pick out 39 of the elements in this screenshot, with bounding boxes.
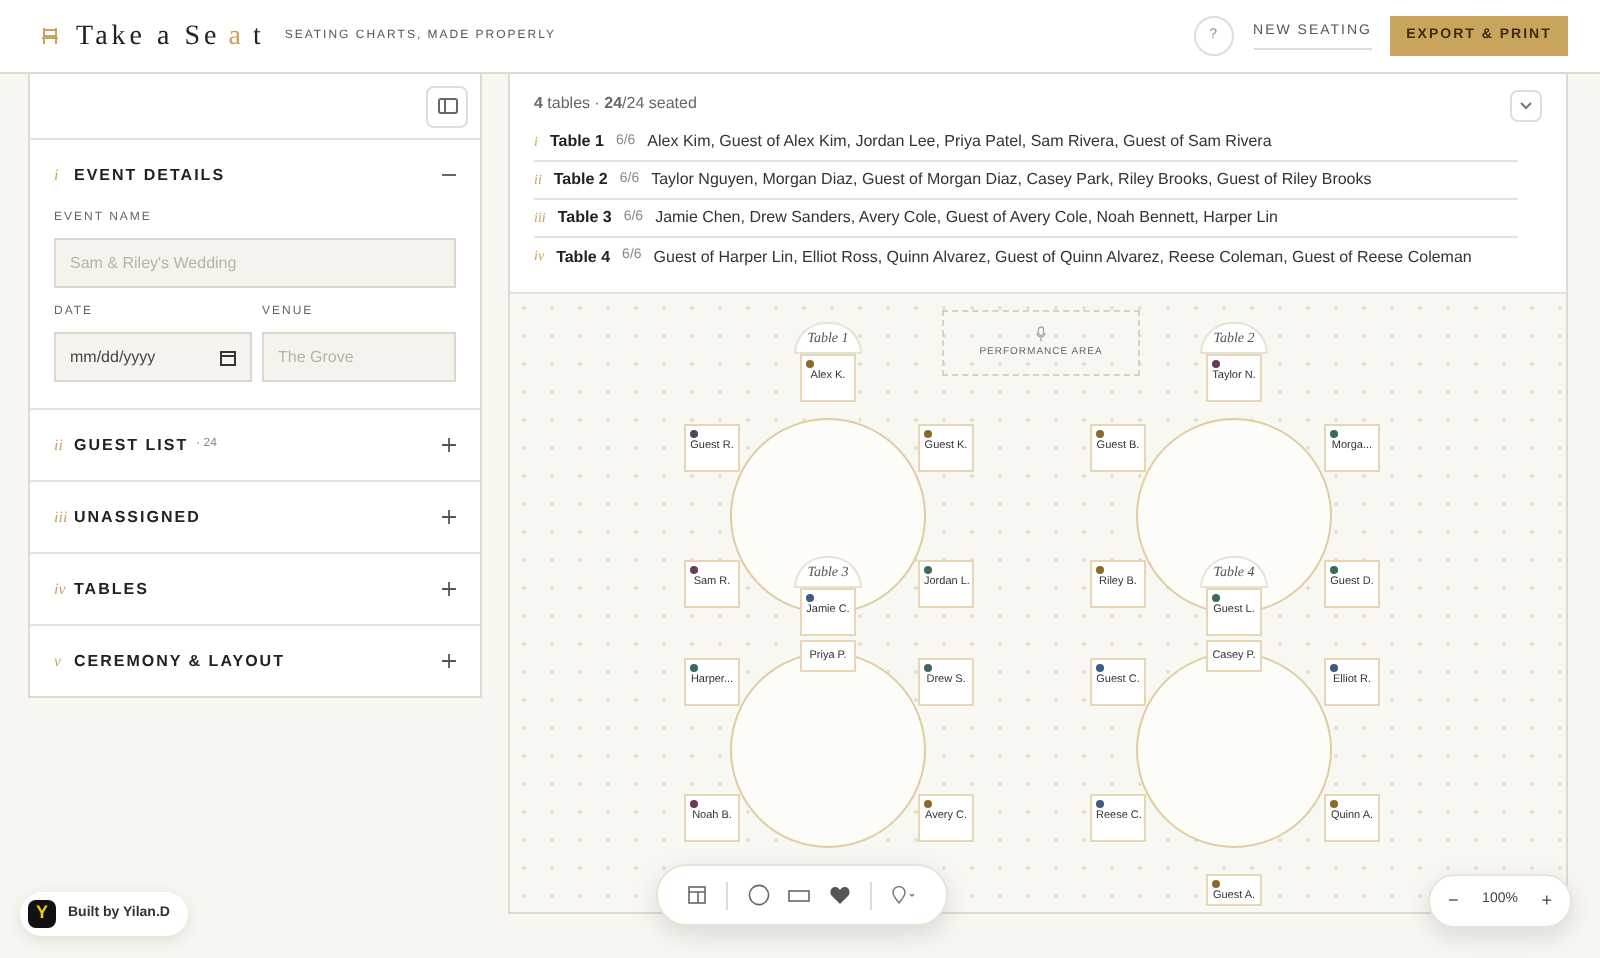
heart-icon[interactable] (830, 886, 851, 904)
pin-icon[interactable] (891, 886, 916, 904)
plus-icon[interactable] (442, 654, 456, 668)
section-title[interactable]: EVENT DETAILS (74, 163, 226, 187)
plus-icon[interactable] (442, 582, 456, 596)
layout-icon[interactable] (687, 886, 706, 904)
section-numeral: iii (54, 505, 70, 529)
section-title[interactable]: UNASSIGNED (74, 505, 201, 529)
minus-icon[interactable] (442, 168, 456, 182)
seating-summary: 4 tables · 24/24 seated (534, 92, 697, 116)
table-name: Table 1 (549, 130, 604, 154)
section-numeral: iv (54, 577, 68, 601)
sidebar-toggle-icon[interactable] (426, 85, 468, 127)
section-numeral: v (54, 649, 64, 673)
section-numeral: ii (54, 433, 65, 457)
chair-icon (40, 26, 60, 46)
table-name: Table 4 (556, 245, 611, 269)
section-numeral: i (54, 163, 61, 187)
guest-names: Jamie Chen, Drew Sanders, Avery Cole, Guest of Avery Cole, Noah Bennett, Harper Lin (655, 206, 1278, 230)
guest-names: Guest of Harper Lin, Elliot Ross, Quinn Alvarez, Guest of Quinn Alvarez, Reese Coleman, Guest of Reese Coleman (653, 245, 1472, 269)
microphone-icon (1036, 325, 1046, 342)
table-name: Table 3 (557, 206, 612, 230)
plus-icon[interactable] (442, 438, 456, 452)
collapse-icon[interactable] (1510, 90, 1542, 122)
table-name: Table 2 (553, 168, 608, 192)
calendar-icon[interactable] (220, 349, 236, 365)
section-title[interactable]: CEREMONY & LAYOUT (74, 649, 285, 673)
guest-names: Taylor Nguyen, Morgan Diaz, Guest of Morgan Diaz, Casey Park, Riley Brooks, Guest of Riley Brooks (651, 168, 1372, 192)
zoom-in-button[interactable]: + (1541, 887, 1552, 915)
app-logo: Take a Se a t (76, 19, 265, 55)
badge-logo: Y (28, 900, 56, 928)
rect-table-icon[interactable] (788, 889, 811, 901)
plus-icon[interactable] (442, 510, 456, 524)
section-title[interactable]: TABLES (74, 577, 149, 601)
zoom-out-button[interactable]: − (1448, 887, 1459, 915)
round-table-icon[interactable] (747, 884, 770, 906)
section-title[interactable]: GUEST LIST (74, 433, 189, 457)
guest-names: Alex Kim, Guest of Alex Kim, Jordan Lee, Priya Patel, Sam Rivera, Guest of Sam Rivera (647, 130, 1272, 154)
input-field[interactable]: mm/dd/yyyy (54, 332, 252, 382)
